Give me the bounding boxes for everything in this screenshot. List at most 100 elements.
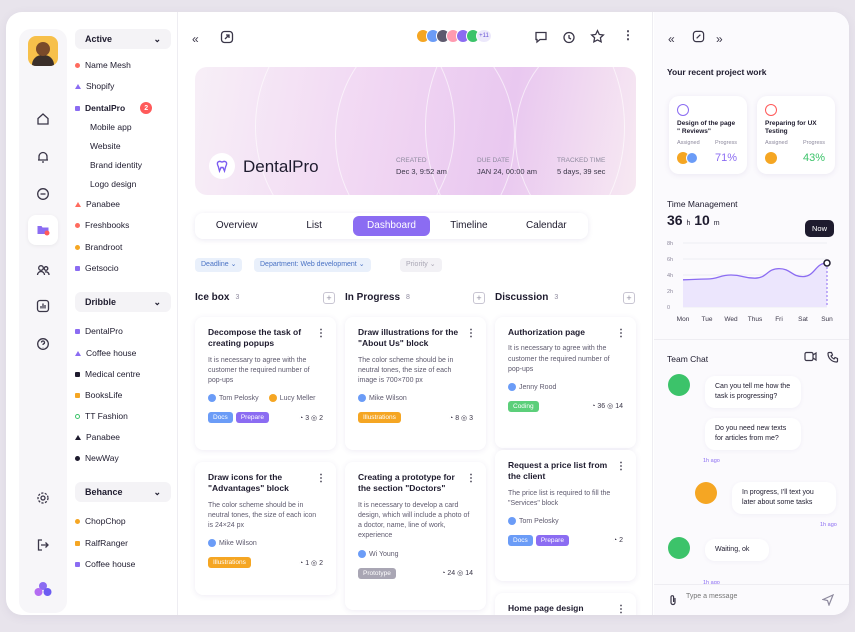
logout-icon[interactable] <box>31 533 55 557</box>
recent-project-card[interactable]: Design of the page " Reviews" Assigned Pro… <box>669 96 747 174</box>
video-call-icon[interactable] <box>804 351 817 365</box>
timer-icon[interactable] <box>562 30 576 47</box>
bell-icon[interactable] <box>31 145 55 169</box>
home-icon[interactable] <box>31 107 55 131</box>
more-menu-icon[interactable]: ⋮ <box>316 328 326 339</box>
task-stats: ◔ 2 <box>613 537 623 544</box>
tab-timeline[interactable]: Timeline <box>430 216 507 236</box>
users-icon[interactable] <box>31 258 55 282</box>
task-tag[interactable]: Docs <box>208 412 233 424</box>
sidebar-item[interactable]: Name Mesh <box>75 60 131 70</box>
x-tick-label: Wed <box>724 316 738 323</box>
add-card-button[interactable]: + <box>323 292 335 304</box>
more-menu-icon[interactable]: ⋮ <box>466 328 476 339</box>
workspace-select[interactable]: Behance ⌄ <box>75 482 171 502</box>
folder-icon[interactable] <box>28 215 58 245</box>
sidebar-item[interactable]: RalfRanger <box>75 538 128 548</box>
sidebar-item[interactable]: ChopChop <box>75 516 126 526</box>
team-avatars[interactable]: +11 <box>416 29 492 43</box>
more-menu-icon[interactable]: ⋮ <box>616 604 626 615</box>
sidebar-item[interactable]: Panabee <box>75 199 120 209</box>
sidebar-item[interactable]: Brandroot <box>75 242 122 252</box>
expand-icon[interactable] <box>220 30 234 47</box>
settings-icon[interactable] <box>31 486 55 510</box>
task-description: The color scheme should be in neutral to… <box>208 501 317 530</box>
workspace-select[interactable]: Dribble ⌄ <box>75 292 171 312</box>
more-people-badge[interactable]: +11 <box>476 29 492 43</box>
task-card[interactable]: Home page design ⋮ <box>495 593 636 615</box>
recent-project-card[interactable]: Preparing for UX Testing Assigned Progress… <box>757 96 835 174</box>
attachment-count: 14 <box>465 570 473 577</box>
task-card[interactable]: Request a price list from the client ⋮ The… <box>495 450 636 581</box>
task-stats: ◔ 8 ◎ 3 <box>449 414 473 422</box>
sidebar-subitem[interactable]: Brand identity <box>90 160 142 170</box>
tab-overview[interactable]: Overview <box>198 216 275 236</box>
sidebar-item[interactable]: BooksLife <box>75 390 122 400</box>
more-menu-icon[interactable]: ⋮ <box>316 473 326 484</box>
priority-filter[interactable]: Priority ⌄ <box>400 258 442 272</box>
comment-icon[interactable] <box>534 30 548 47</box>
sidebar-item[interactable]: DentalPro 2 <box>75 102 153 114</box>
chat-icon[interactable] <box>31 182 55 206</box>
help-icon[interactable] <box>31 332 55 356</box>
progress-label: Progress <box>803 140 826 146</box>
sidebar-item[interactable]: NewWay <box>75 453 119 463</box>
add-card-button[interactable]: + <box>473 292 485 304</box>
created-meta: CREATED Dec 3, 9:52 am <box>396 157 447 176</box>
sidebar-item[interactable]: Panabee <box>75 432 120 442</box>
add-card-button[interactable]: + <box>623 292 635 304</box>
more-menu-icon[interactable]: ⋮ <box>466 473 476 484</box>
workspace-select[interactable]: Active ⌄ <box>75 29 171 49</box>
task-card[interactable]: Creating a prototype for the section "Do… <box>345 462 486 610</box>
sidebar-item[interactable]: DentalPro <box>75 326 123 336</box>
task-tag[interactable]: Illustrations <box>208 557 251 569</box>
task-tag[interactable]: Illustrations <box>358 412 401 424</box>
sidebar-item[interactable]: Coffee house <box>75 559 135 569</box>
sidebar-subitem[interactable]: Mobile app <box>90 122 132 132</box>
project-title: DentalPro <box>243 157 319 176</box>
more-menu-icon[interactable]: ⋮ <box>616 328 626 339</box>
task-card[interactable]: Draw illustrations for the "About Us" bl… <box>345 317 486 450</box>
sidebar-item[interactable]: Medical centre <box>75 369 140 379</box>
sidebar-item-label: Medical centre <box>85 369 141 379</box>
task-tag[interactable]: Prepare <box>235 412 269 424</box>
sidebar-item[interactable]: Freshbooks <box>75 220 129 230</box>
sidebar-subitem[interactable]: Website <box>90 141 121 151</box>
project-color-icon <box>75 413 80 419</box>
task-card[interactable]: Draw icons for the "Advantages" block ⋮ Th… <box>195 462 336 595</box>
tab-list[interactable]: List <box>275 216 352 236</box>
expand-icon[interactable] <box>692 30 705 46</box>
task-tag[interactable]: Prototype <box>358 567 396 579</box>
user-avatar[interactable] <box>28 36 58 66</box>
department-filter[interactable]: Department: Web development ⌄ <box>254 258 371 272</box>
star-icon[interactable] <box>590 29 605 47</box>
send-icon[interactable] <box>821 593 835 611</box>
deadline-filter[interactable]: Deadline ⌄ <box>195 258 243 272</box>
message-input[interactable] <box>686 593 816 600</box>
x-tick-label: Sun <box>821 316 833 323</box>
now-point[interactable] <box>823 259 831 267</box>
attachment-icon: ◎ <box>455 570 466 577</box>
tab-calendar[interactable]: Calendar <box>508 216 585 236</box>
more-menu-icon[interactable]: ⋮ <box>622 28 634 42</box>
sidebar-subitem[interactable]: Logo design <box>90 179 136 189</box>
more-menu-icon[interactable]: ⋮ <box>616 461 626 472</box>
sidebar-item[interactable]: Coffee house <box>75 348 136 358</box>
analytics-icon[interactable] <box>31 294 55 318</box>
attachment-count: 3 <box>469 414 473 422</box>
sidebar-item[interactable]: Getsocio <box>75 263 119 273</box>
sidebar-item[interactable]: TT Fashion <box>75 411 128 421</box>
collapse-right-icon[interactable]: » <box>716 32 723 46</box>
task-tag[interactable]: Prepare <box>535 535 569 547</box>
sidebar-item[interactable]: Shopify <box>75 81 114 91</box>
phone-icon[interactable] <box>827 351 839 366</box>
attach-icon[interactable] <box>668 594 678 609</box>
collapse-left-icon[interactable]: « <box>668 32 675 46</box>
task-tag[interactable]: Coding <box>508 400 539 412</box>
tab-dashboard[interactable]: Dashboard <box>352 216 431 236</box>
collapse-left-icon[interactable]: « <box>192 32 199 46</box>
task-card[interactable]: Authorization page ⋮ It is necessary to ag… <box>495 317 636 448</box>
task-tag[interactable]: Docs <box>508 535 533 547</box>
task-card[interactable]: Decompose the task of creating popups ⋮ It… <box>195 317 336 450</box>
task-title: Decompose the task of creating popups <box>208 327 302 349</box>
